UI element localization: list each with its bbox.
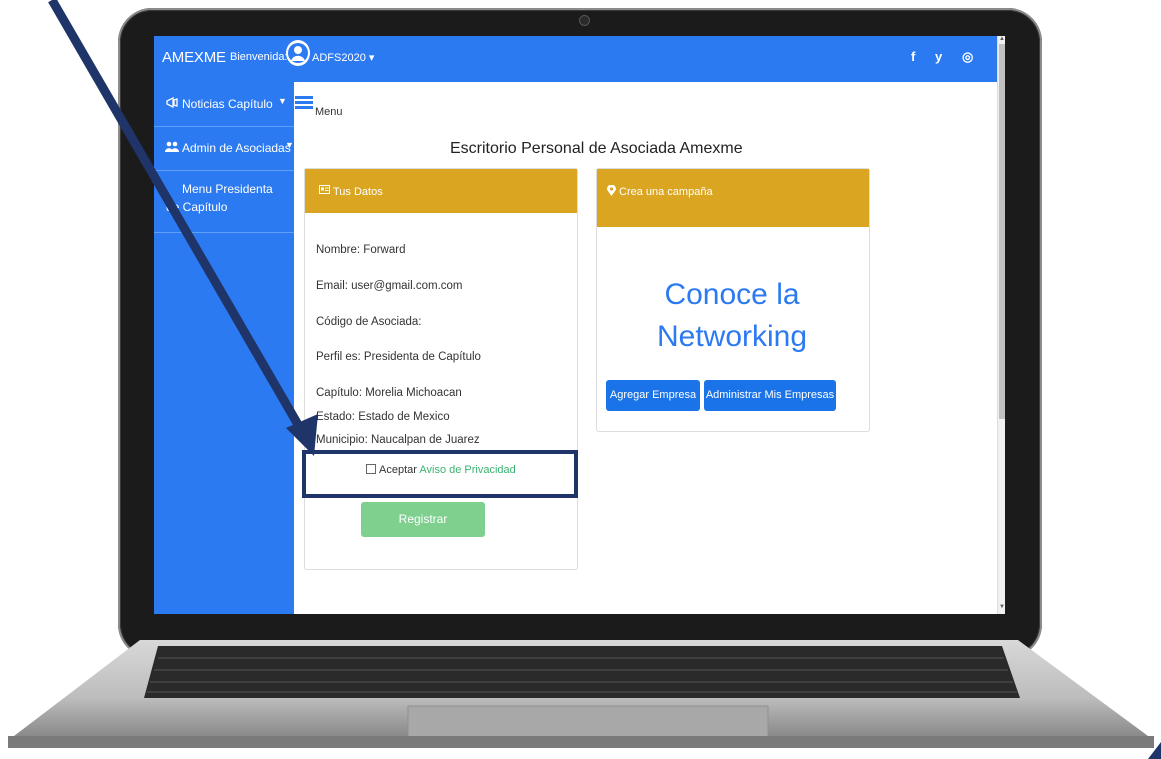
annotation-arrow: [48, 0, 1161, 759]
